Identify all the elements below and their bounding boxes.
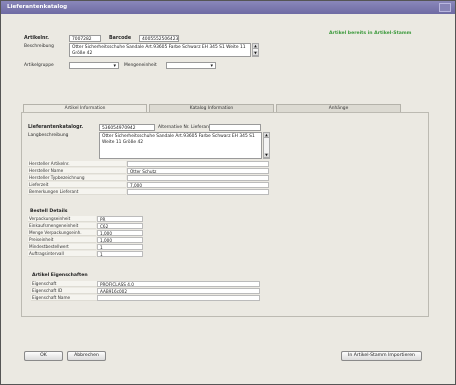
bestell-details-heading: Bestell Details	[30, 209, 68, 214]
title-bar: Lieferantenkatalog	[1, 1, 455, 14]
mindestbestellwert-field[interactable]: 1	[97, 244, 143, 250]
window-control-button[interactable]	[439, 3, 451, 12]
mindestbestellwert-label: Mindestbestellwert	[28, 244, 96, 250]
hersteller-artikelnr-field[interactable]	[127, 161, 269, 167]
window-title: Lieferantenkatalog	[7, 4, 68, 10]
barcode-field[interactable]: 4005552506423	[139, 35, 179, 42]
chevron-down-icon: ▾	[113, 63, 116, 69]
hersteller-typ-label: Hersteller Typbezeichnung	[28, 175, 126, 181]
import-button[interactable]: In Artikel-Stamm Importieren	[341, 351, 422, 361]
artikelnr-field[interactable]: 7007282	[69, 35, 101, 42]
alt-lieferant-field[interactable]	[209, 124, 261, 131]
artikelgruppe-select[interactable]: ▾	[69, 62, 119, 69]
menge-verpackung-label: Menge Verpackungseinh.	[28, 230, 96, 236]
cancel-button[interactable]: Abbrechen	[67, 351, 106, 361]
hersteller-name-field[interactable]: Otter Schutz	[127, 168, 269, 174]
beschreibung-label: Beschreibung	[24, 44, 54, 49]
verpackungseinheit-label: Verpackungseinheit	[28, 216, 96, 222]
einkaufsmengeneinheit-label: Einkaufsmengeneinheit	[28, 223, 96, 229]
mengeneinheit-label: Mengeneinheit	[124, 63, 157, 68]
beschreibung-scrollbar[interactable]: ▲ ▼	[252, 43, 259, 57]
ok-button[interactable]: OK	[24, 351, 63, 361]
hersteller-typ-field[interactable]	[127, 175, 269, 181]
hersteller-artikelnr-label: Hersteller Artikelnr.	[28, 161, 126, 167]
artikelnr-label: Artikelnr.	[24, 36, 49, 41]
auftragsintervall-label: Auftragsintervall	[28, 251, 96, 257]
verpackungseinheit-field[interactable]: PR	[97, 216, 143, 222]
artikelgruppe-label: Artikelgruppe	[24, 63, 54, 68]
eigenschaft-field[interactable]: PROFICLASS 4.0	[97, 281, 260, 287]
lieferantenkatalog-field[interactable]: 536054970942	[99, 124, 155, 131]
eigenschaft-id-field[interactable]: AAB916c002	[97, 288, 260, 294]
scroll-down-icon[interactable]: ▼	[264, 153, 269, 158]
menge-verpackung-field[interactable]: 1,000	[97, 230, 143, 236]
preiseinheit-field[interactable]: 1,000	[97, 237, 143, 243]
bemerkungen-label: Bemerkungen Lieferant	[28, 189, 126, 195]
barcode-label: Barcode	[109, 36, 132, 41]
artikel-eigenschaften-heading: Artikel Eigenschaften	[32, 273, 88, 278]
eigenschaft-label: Eigenschaft	[31, 281, 97, 287]
preiseinheit-label: Preiseinheit	[28, 237, 96, 243]
einkaufsmengeneinheit-field[interactable]: C62	[97, 223, 143, 229]
langbeschreibung-field[interactable]: Otter Sicherheitsschuhe Sandale Art.9360…	[99, 132, 262, 159]
auftragsintervall-field[interactable]: 1	[97, 251, 143, 257]
beschreibung-field[interactable]: Otter Sicherheitsschuhe Sandale Art.9360…	[69, 43, 251, 57]
langbeschreibung-scrollbar[interactable]: ▲ ▼	[263, 132, 270, 159]
lieferantenkatalog-label: Lieferantenkatalogr.	[28, 125, 84, 130]
scroll-up-icon[interactable]: ▲	[264, 133, 269, 138]
chevron-down-icon: ▾	[210, 63, 213, 69]
eigenschaft-name-field[interactable]	[97, 295, 260, 301]
mengeneinheit-select[interactable]: ▾	[166, 62, 216, 69]
eigenschaft-id-label: Eigenschaft ID	[31, 288, 97, 294]
bemerkungen-field[interactable]	[127, 189, 269, 195]
eigenschaft-name-label: Eigenschaft Name	[31, 295, 97, 301]
hersteller-name-label: Hersteller Name	[28, 168, 126, 174]
status-text: Artikel bereits in Artikel-Stamm	[329, 31, 412, 36]
langbeschreibung-label: Langbeschreibung	[28, 133, 69, 138]
lieferantenkatalog-window: Lieferantenkatalog Artikelnr. 7007282 Ba…	[0, 0, 456, 385]
alt-lieferant-label: Alternative Nr. Lieferant	[158, 125, 211, 130]
scroll-down-icon[interactable]: ▼	[253, 51, 258, 56]
lieferzeit-field[interactable]: 7,000	[127, 182, 269, 188]
lieferzeit-label: Lieferzeit	[28, 182, 126, 188]
scroll-up-icon[interactable]: ▲	[253, 44, 258, 49]
